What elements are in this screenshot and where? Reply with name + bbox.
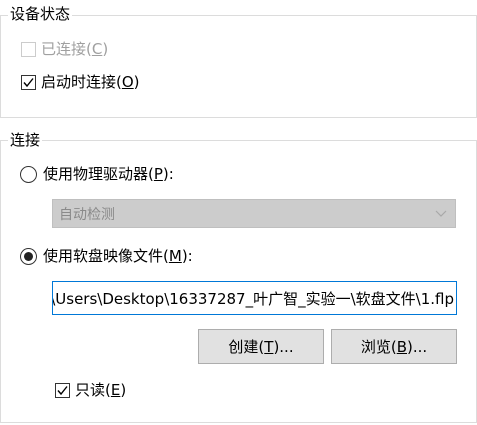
browse-button-label: 浏览(B)... <box>360 338 428 356</box>
image-path-value: C:\Users\Desktop\16337287_叶广智_实验一\软盘文件\1… <box>52 289 454 308</box>
connect-at-power-on-checkbox[interactable]: 启动时连接(O) <box>21 73 140 91</box>
use-physical-drive-radio[interactable]: 使用物理驱动器(P): <box>20 165 174 183</box>
physical-drive-value: 自动检测 <box>59 206 115 223</box>
connected-label: 已连接(C) <box>41 40 109 58</box>
read-only-label: 只读(E) <box>75 381 127 399</box>
check-mark-icon <box>57 385 68 395</box>
use-physical-drive-label: 使用物理驱动器(P): <box>43 165 174 183</box>
image-path-input[interactable]: C:\Users\Desktop\16337287_叶广智_实验一\软盘文件\1… <box>52 281 457 315</box>
device-status-title: 设备状态 <box>8 5 73 23</box>
radio-circle[interactable] <box>20 165 37 183</box>
device-status-group <box>0 15 477 118</box>
checkbox-box[interactable] <box>55 382 70 398</box>
check-mark-icon <box>23 77 34 87</box>
connection-title: 连接 <box>8 131 43 149</box>
create-button-label: 创建(T)... <box>228 338 294 356</box>
read-only-checkbox[interactable]: 只读(E) <box>55 381 126 399</box>
checkbox-box <box>21 41 36 57</box>
connect-at-power-on-label: 启动时连接(O) <box>41 73 140 91</box>
use-floppy-image-label: 使用软盘映像文件(M): <box>43 247 193 265</box>
physical-drive-select: 自动检测 <box>52 199 456 228</box>
browse-button[interactable]: 浏览(B)... <box>331 329 457 364</box>
create-button[interactable]: 创建(T)... <box>198 329 324 364</box>
use-floppy-image-radio[interactable]: 使用软盘映像文件(M): <box>20 247 193 265</box>
connected-checkbox: 已连接(C) <box>21 40 108 58</box>
chevron-down-icon <box>435 210 447 217</box>
radio-selected-dot <box>24 251 33 261</box>
radio-circle[interactable] <box>20 247 37 265</box>
checkbox-box[interactable] <box>21 74 36 90</box>
